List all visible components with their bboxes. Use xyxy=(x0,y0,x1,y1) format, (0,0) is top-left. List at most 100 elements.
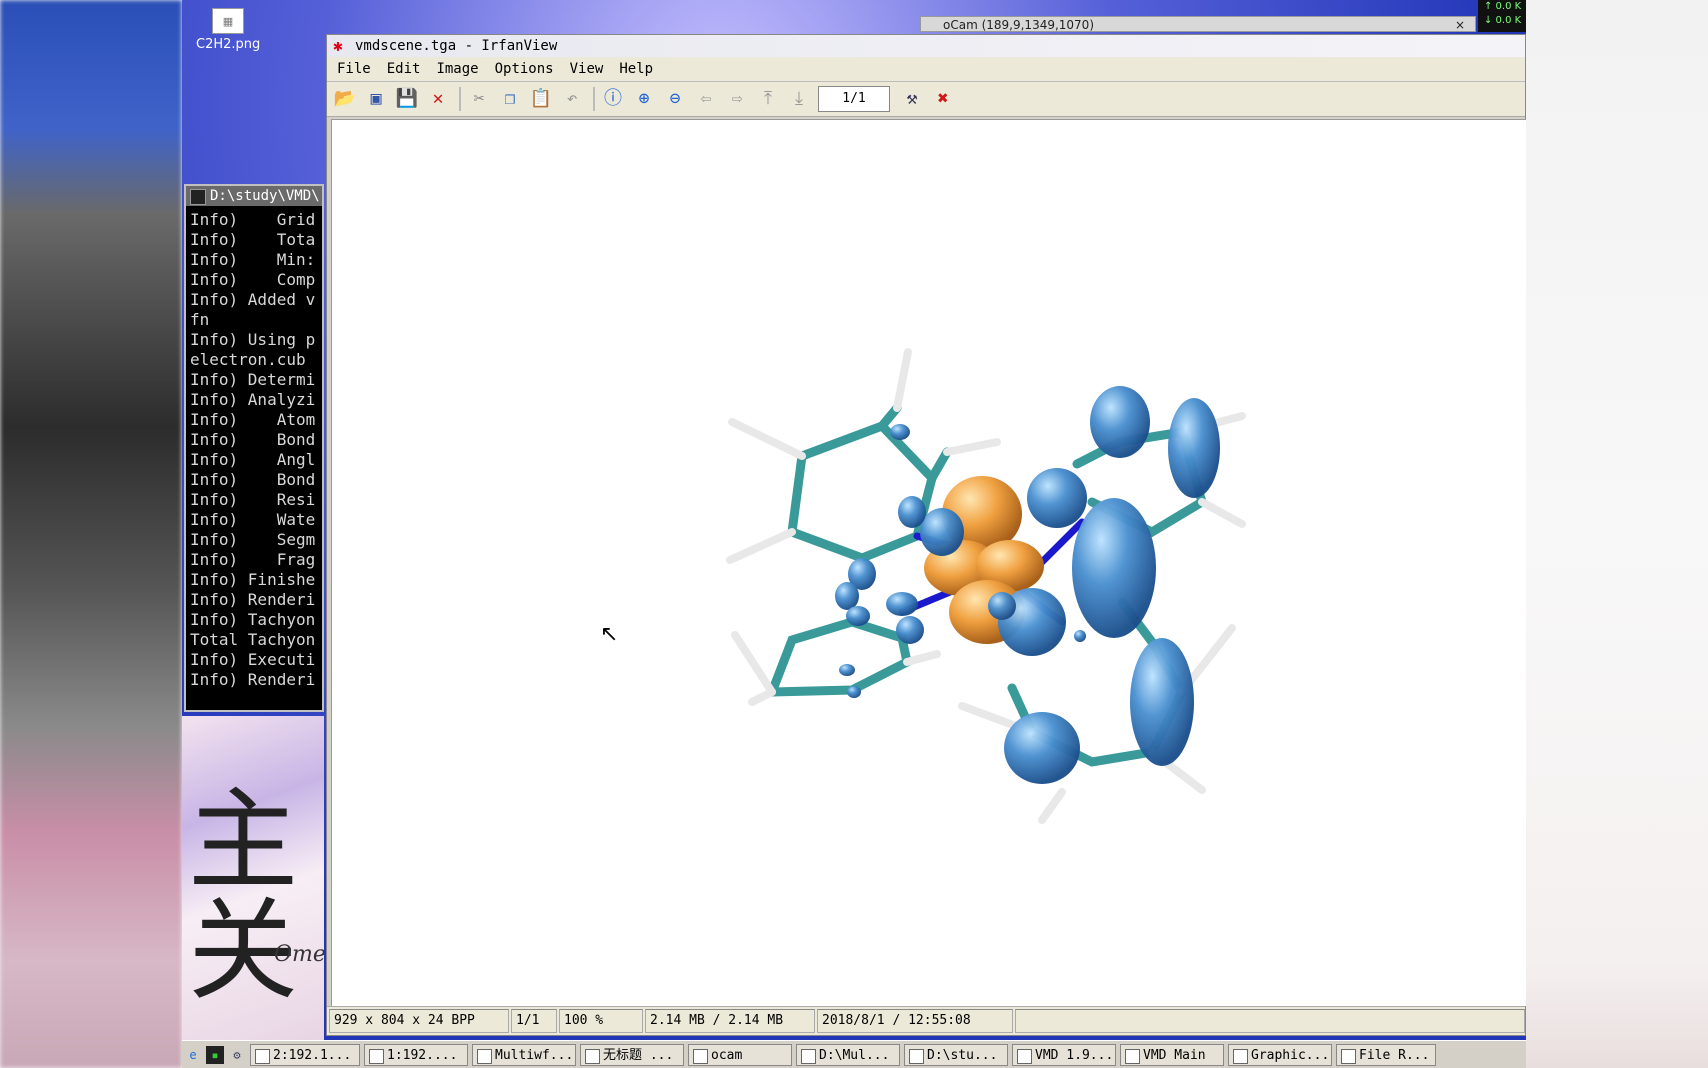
taskbar-button-label: 1:192.... xyxy=(387,1047,458,1063)
molecule-render xyxy=(726,348,1246,824)
desktop-icon-c2h2[interactable]: ▦ C2H2.png xyxy=(196,8,260,52)
last-page-icon[interactable]: ⤓ xyxy=(787,87,811,111)
window-icon xyxy=(1125,1048,1140,1064)
menu-options[interactable]: Options xyxy=(495,61,554,77)
taskbar-button-label: 2:192.1... xyxy=(273,1047,352,1063)
console-line: Info) Grid xyxy=(190,210,316,229)
taskbar-button-label: 无标题 ... xyxy=(603,1047,674,1063)
exit-icon[interactable]: ✖ xyxy=(931,87,955,111)
status-size: 2.14 MB / 2.14 MB xyxy=(645,1009,815,1033)
taskbar-button[interactable]: File R... xyxy=(1336,1043,1436,1066)
console-line: Info) Segm xyxy=(190,530,316,549)
console-output: Info) Grid Info) Tota Info) Min: Info) Comp… xyxy=(186,206,322,690)
menu-image[interactable]: Image xyxy=(436,61,478,77)
taskbar-button[interactable]: VMD 1.9... xyxy=(1012,1043,1116,1066)
status-datetime: 2018/8/1 / 12:55:08 xyxy=(817,1009,1013,1033)
window-icon xyxy=(477,1048,492,1064)
window-icon xyxy=(1341,1048,1356,1064)
taskbar-button[interactable]: 无标题 ... xyxy=(580,1043,684,1066)
taskbar-tasks: 2:192.1... 1:192.... Multiwf... 无标题 ... ocam… xyxy=(250,1043,1440,1066)
status-dimensions: 929 x 804 x 24 BPP xyxy=(329,1009,509,1033)
network-monitor: ↑ 0.0 K ↓ 0.0 K xyxy=(1478,0,1526,32)
irfanview-window[interactable]: ✱ vmdscene.tga - IrfanView File Edit Ima… xyxy=(326,34,1526,1036)
console-line: Info) Determi xyxy=(190,370,316,389)
page-indicator[interactable]: 1/1 xyxy=(818,86,890,112)
blurred-left-margin xyxy=(0,0,182,1068)
cut-icon[interactable]: ✂ xyxy=(467,87,491,111)
menubar: File Edit Image Options View Help xyxy=(327,57,1525,82)
vmd-console-window[interactable]: D:\study\VMD\ Info) Grid Info) Tota Info) … xyxy=(184,184,324,712)
console-line: Info) Added v xyxy=(190,290,316,309)
paste-icon[interactable]: 📋 xyxy=(529,87,553,111)
info-icon[interactable]: ⓘ xyxy=(601,87,625,111)
irfanview-logo-icon: ✱ xyxy=(333,36,343,55)
ocam-close-button[interactable]: × xyxy=(1455,17,1465,33)
open-icon[interactable]: 📂 xyxy=(333,87,357,111)
taskbar-button-label: D:\stu... xyxy=(927,1047,998,1063)
undo-icon[interactable]: ↶ xyxy=(560,87,584,111)
zoom-in-icon[interactable]: ⊕ xyxy=(632,87,656,111)
taskbar-button[interactable]: 1:192.... xyxy=(364,1043,468,1066)
console-line: Info) Bond xyxy=(190,430,316,449)
next-icon[interactable]: ⇨ xyxy=(725,87,749,111)
console-line: Info) Min: xyxy=(190,250,316,269)
mouse-cursor-icon: ↖ xyxy=(600,622,619,647)
menu-help[interactable]: Help xyxy=(619,61,653,77)
taskbar-button-label: File R... xyxy=(1359,1047,1430,1063)
window-icon xyxy=(1233,1048,1248,1064)
console-line: Info) Frag xyxy=(190,550,316,569)
console-line: Info) Atom xyxy=(190,410,316,429)
console-line: Info) Analyzi xyxy=(190,390,316,409)
settings-icon[interactable]: ⚒ xyxy=(900,87,924,111)
delete-icon[interactable]: ✕ xyxy=(426,87,450,111)
menu-edit[interactable]: Edit xyxy=(387,61,421,77)
toolbar-separator xyxy=(459,87,461,111)
taskbar-button-label: D:\Mul... xyxy=(819,1047,890,1063)
console-line: Info) Resi xyxy=(190,490,316,509)
irfanview-titlebar[interactable]: ✱ vmdscene.tga - IrfanView xyxy=(327,35,1525,57)
artwork-signature: Ome xyxy=(274,942,324,967)
status-zoom: 100 % xyxy=(559,1009,643,1033)
save-icon[interactable]: 💾 xyxy=(395,87,419,111)
taskbar-button[interactable]: D:\Mul... xyxy=(796,1043,900,1066)
menu-file[interactable]: File xyxy=(337,61,371,77)
artwork-calligraphy: 主 关 xyxy=(188,777,298,1015)
window-icon xyxy=(255,1048,270,1064)
toolbar: 📂 ▣ 💾 ✕ ✂ ❐ 📋 ↶ ⓘ ⊕ ⊖ ⇦ ⇨ ⤒ ⤓ 1/1 ⚒ ✖ xyxy=(327,82,1525,117)
quicklaunch-vmd-icon[interactable]: ▪ xyxy=(206,1045,224,1064)
taskbar-button[interactable]: VMD Main xyxy=(1120,1043,1224,1066)
taskbar-button[interactable]: Multiwf... xyxy=(472,1043,576,1066)
taskbar-button[interactable]: ocam xyxy=(688,1043,792,1066)
console-line: Info) Executi xyxy=(190,650,316,669)
zoom-out-icon[interactable]: ⊖ xyxy=(663,87,687,111)
menu-view[interactable]: View xyxy=(570,61,604,77)
status-page: 1/1 xyxy=(511,1009,557,1033)
blurred-right-margin xyxy=(1526,0,1708,1068)
taskbar-button[interactable]: 2:192.1... xyxy=(250,1043,360,1066)
window-icon xyxy=(1017,1048,1032,1064)
quicklaunch-tool-icon[interactable]: ⚙ xyxy=(228,1046,246,1064)
previous-icon[interactable]: ⇦ xyxy=(694,87,718,111)
image-file-icon: ▦ xyxy=(212,8,244,34)
statusbar: 929 x 804 x 24 BPP 1/1 100 % 2.14 MB / 2… xyxy=(327,1006,1525,1035)
wallpaper-artwork: 主 关 Ome xyxy=(182,716,324,1040)
taskbar-button[interactable]: Graphic... xyxy=(1228,1043,1332,1066)
copy-icon[interactable]: ❐ xyxy=(498,87,522,111)
desktop-icon-label: C2H2.png xyxy=(196,37,261,52)
thumbnails-icon[interactable]: ▣ xyxy=(364,87,388,111)
download-rate: ↓ 0.0 K xyxy=(1484,15,1522,26)
image-canvas[interactable] xyxy=(331,119,1526,1006)
taskbar-button[interactable]: D:\stu... xyxy=(904,1043,1008,1066)
console-line: Total Tachyon xyxy=(190,630,316,649)
console-line: Info) Tachyon xyxy=(190,610,316,629)
quicklaunch-ie-icon[interactable]: e xyxy=(184,1046,202,1064)
console-line: Info) Renderi xyxy=(190,590,316,609)
window-icon xyxy=(909,1048,924,1064)
console-line: electron.cub xyxy=(190,350,306,369)
taskbar-button-label: ocam xyxy=(711,1047,743,1063)
console-line: Info) Using p xyxy=(190,330,316,349)
console-line: Info) Wate xyxy=(190,510,316,529)
ocam-window-bar[interactable]: oCam (189,9,1349,1070) × xyxy=(920,16,1476,32)
first-page-icon[interactable]: ⤒ xyxy=(756,87,780,111)
console-titlebar[interactable]: D:\study\VMD\ xyxy=(186,186,322,206)
